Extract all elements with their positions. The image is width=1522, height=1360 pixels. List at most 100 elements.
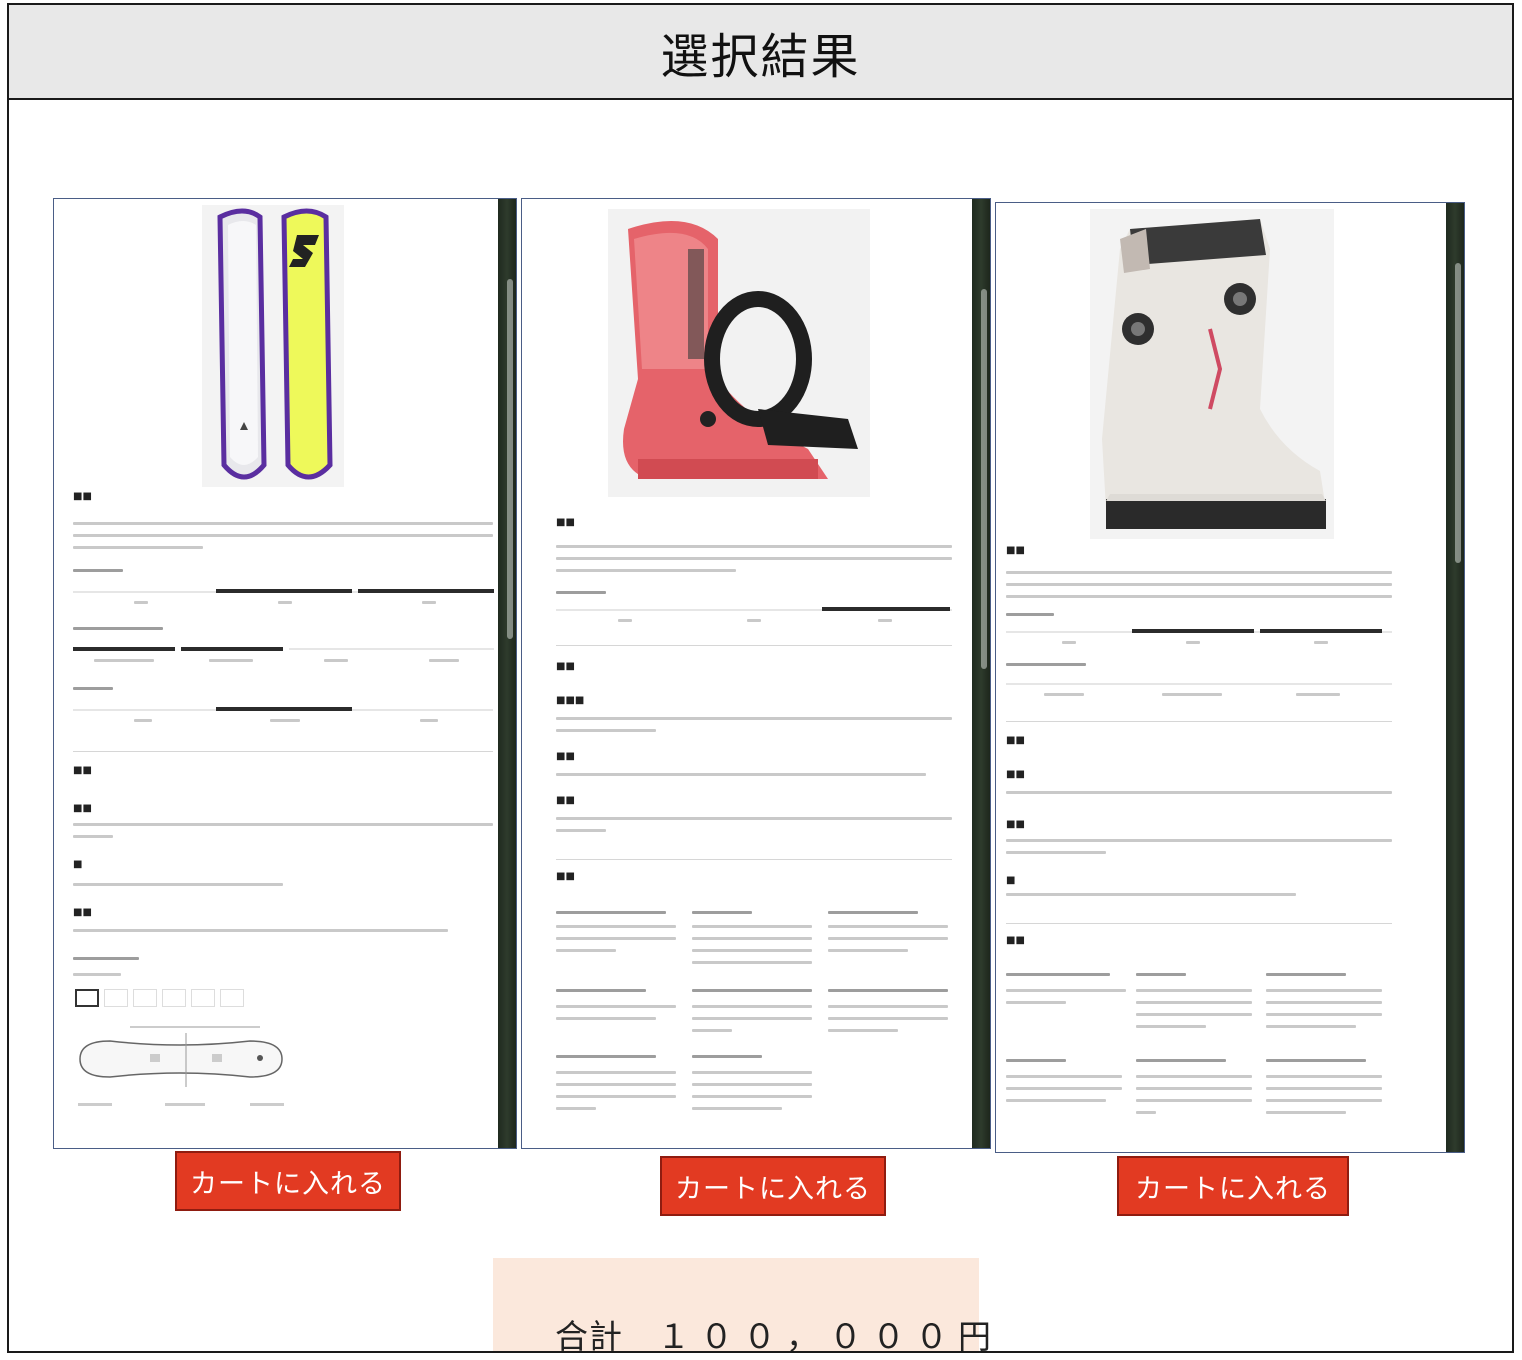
spec-text	[692, 1071, 812, 1074]
spec-text	[556, 1083, 676, 1086]
meter-caption	[420, 719, 438, 722]
size-option[interactable]	[104, 989, 128, 1007]
spec-text	[556, 1107, 596, 1110]
size-option[interactable]	[133, 989, 157, 1007]
spec-title	[692, 989, 812, 992]
spec-title	[556, 989, 646, 992]
feature-text	[556, 717, 952, 720]
level-heading	[1006, 613, 1054, 616]
description-line	[1006, 583, 1392, 586]
product-panel-snowboard[interactable]: ■■ ■■ ■■ ■ ■■	[53, 198, 517, 1149]
spec-text	[1006, 1099, 1106, 1102]
feature-title: ■■	[1006, 819, 1025, 830]
add-to-cart-button-boot[interactable]: カートに入れる	[1117, 1156, 1349, 1216]
meter-caption	[429, 659, 459, 662]
meter-caption	[618, 619, 632, 622]
spec-title	[1136, 973, 1186, 976]
spec-text	[1006, 989, 1126, 992]
features-heading[interactable]: ■■	[73, 765, 92, 776]
product-panel-binding[interactable]: ■■ ■■ ■■■ ■■ ■■ ■■	[521, 198, 991, 1149]
spec-title	[828, 911, 918, 914]
meter-caption	[422, 601, 436, 604]
meter-caption	[1044, 693, 1084, 696]
board-dimension-diagram	[78, 1026, 284, 1106]
size-option[interactable]	[75, 989, 99, 1007]
level-meter-fill	[822, 607, 950, 611]
style-meter-fill	[181, 647, 283, 651]
level-meter-fill	[216, 589, 352, 593]
lacing-heading	[1006, 663, 1086, 666]
spec-text	[692, 1095, 812, 1098]
spec-text	[556, 937, 676, 940]
spec-text	[1136, 989, 1252, 992]
spec-text	[1136, 1099, 1252, 1102]
size-option[interactable]	[191, 989, 215, 1007]
feature-title: ■■	[556, 751, 575, 762]
description-line	[73, 534, 493, 537]
scrollbar-thumb[interactable]	[507, 279, 513, 639]
feature-text	[73, 883, 283, 886]
spec-text	[556, 1017, 656, 1020]
total-amount: １００，０００円	[657, 1317, 1001, 1353]
selection-result-frame: 選択結果 ■■ ■■ ■■ ■ ■■ ■■ ■■ ■■■ ■■ ■■ ■■ ■■…	[7, 3, 1514, 1353]
spec-text	[828, 925, 948, 928]
feature-text	[73, 929, 448, 932]
scrollbar-thumb[interactable]	[981, 289, 987, 669]
meter-caption	[324, 659, 348, 662]
spec-title	[692, 911, 752, 914]
scrollbar-thumb[interactable]	[1455, 263, 1461, 563]
size-option[interactable]	[220, 989, 244, 1007]
description-line	[73, 546, 203, 549]
spec-text	[828, 937, 948, 940]
meter-caption	[1162, 693, 1222, 696]
level-heading	[556, 591, 606, 594]
feature-text	[1006, 839, 1392, 842]
meter-caption	[134, 601, 148, 604]
spec-text	[1266, 989, 1382, 992]
spec-text	[692, 1005, 812, 1008]
flex-meter-fill	[216, 707, 352, 711]
spec-text	[556, 1005, 676, 1008]
add-to-cart-button-binding[interactable]: カートに入れる	[660, 1156, 886, 1216]
style-meter-track	[289, 648, 494, 650]
meter-caption	[1186, 641, 1200, 644]
size-option[interactable]	[162, 989, 186, 1007]
specs-heading[interactable]: ■■	[1006, 935, 1025, 946]
spec-text	[1136, 1087, 1252, 1090]
level-meter-fill	[1132, 629, 1254, 633]
snowboard-image	[202, 205, 344, 487]
total-box: 合計 １００，０００円	[493, 1258, 991, 1351]
spec-text	[692, 1107, 782, 1110]
boot-image	[1090, 209, 1334, 539]
flex-heading	[73, 687, 113, 690]
description-line	[556, 557, 952, 560]
style-meter-fill	[73, 647, 175, 651]
spec-text	[692, 961, 812, 964]
spec-text	[1136, 1025, 1206, 1028]
spec-text	[1136, 1013, 1252, 1016]
spec-text	[556, 1071, 676, 1074]
section-divider	[1006, 721, 1392, 722]
meter-caption	[270, 719, 300, 722]
product-panel-boot[interactable]: ■■ ■■ ■■ ■■ ■ ■■	[995, 202, 1465, 1153]
meter-caption	[209, 659, 253, 662]
features-heading[interactable]: ■■	[1006, 735, 1025, 746]
feature-title: ■■	[556, 795, 575, 806]
page-title: 選択結果	[660, 28, 861, 85]
feature-title: ■	[1006, 875, 1016, 886]
specs-heading[interactable]: ■■	[556, 871, 575, 882]
feature-text	[556, 729, 656, 732]
spec-title	[556, 1055, 656, 1058]
total-text: 合計 １００，０００円	[555, 1310, 1001, 1353]
style-heading	[73, 627, 163, 630]
features-heading[interactable]: ■■	[556, 661, 575, 672]
add-to-cart-button-snowboard[interactable]: カートに入れる	[175, 1151, 401, 1211]
spec-text	[1006, 1087, 1122, 1090]
spec-title	[1006, 973, 1110, 976]
spec-text	[828, 1005, 948, 1008]
size-heading	[73, 957, 139, 960]
description-line	[1006, 595, 1392, 598]
spec-title	[1006, 1059, 1066, 1062]
spec-text	[1266, 1013, 1382, 1016]
feature-text	[73, 823, 493, 826]
